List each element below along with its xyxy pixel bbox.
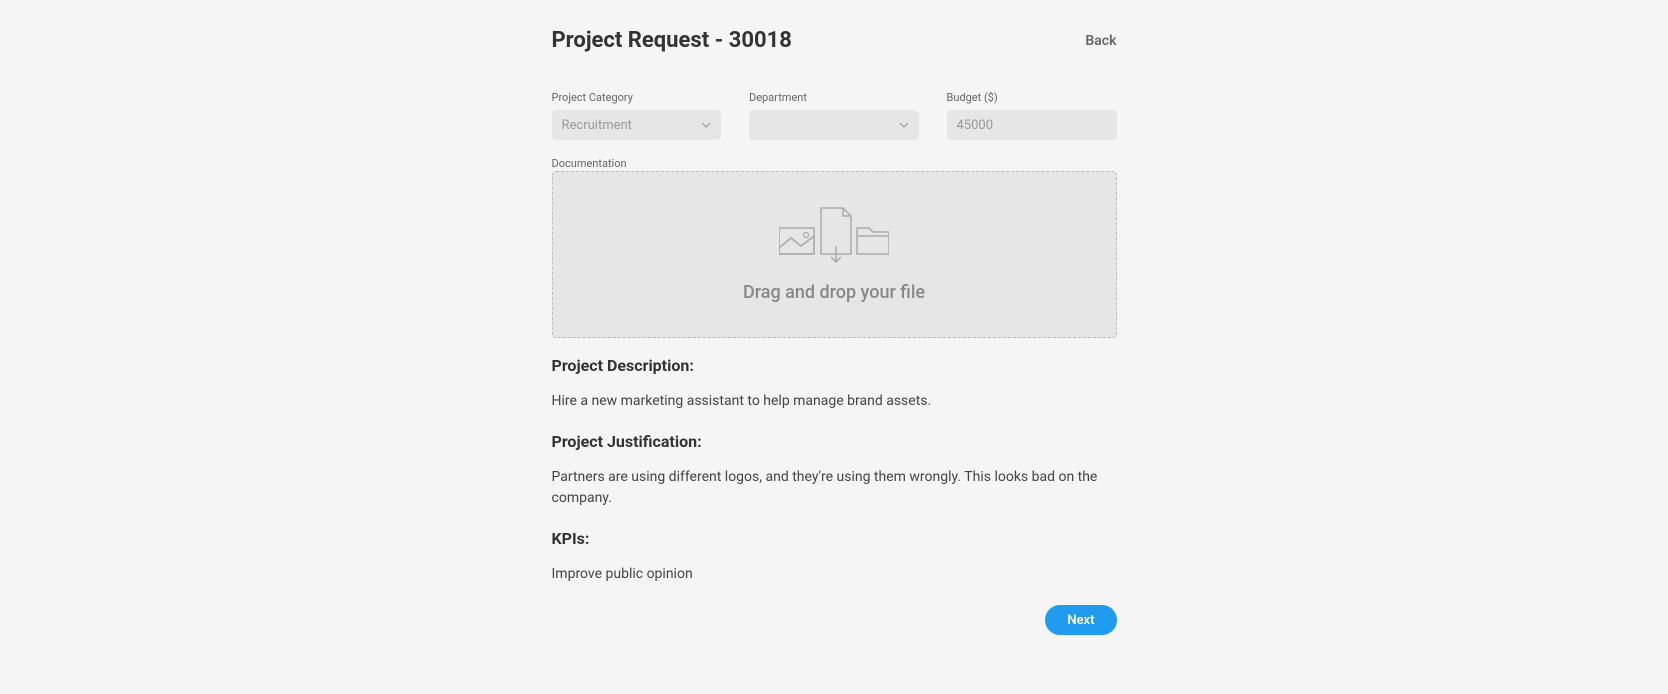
- department-select[interactable]: [749, 110, 919, 140]
- back-link[interactable]: Back: [1085, 33, 1116, 49]
- chevron-down-icon: [701, 120, 711, 130]
- budget-input[interactable]: [947, 110, 1117, 140]
- department-label: Department: [749, 91, 919, 104]
- dropzone-text: Drag and drop your file: [743, 282, 925, 303]
- project-justification-heading: Project Justification:: [552, 432, 1117, 451]
- kpis-text: Improve public opinion: [552, 564, 1117, 585]
- dropzone-icons: [779, 206, 889, 264]
- next-button[interactable]: Next: [1045, 605, 1116, 635]
- page-title: Project Request - 30018: [552, 28, 792, 53]
- chevron-down-icon: [899, 120, 909, 130]
- project-category-label: Project Category: [552, 91, 722, 104]
- file-dropzone[interactable]: Drag and drop your file: [552, 171, 1117, 338]
- budget-label: Budget ($): [947, 91, 1117, 104]
- documentation-label: Documentation: [552, 157, 627, 170]
- project-description-heading: Project Description:: [552, 356, 1117, 375]
- project-justification-text: Partners are using different logos, and …: [552, 467, 1117, 509]
- kpis-heading: KPIs:: [552, 529, 1117, 548]
- project-category-select[interactable]: Recruitment: [552, 110, 722, 140]
- project-description-text: Hire a new marketing assistant to help m…: [552, 391, 1117, 412]
- project-category-value: Recruitment: [562, 118, 632, 133]
